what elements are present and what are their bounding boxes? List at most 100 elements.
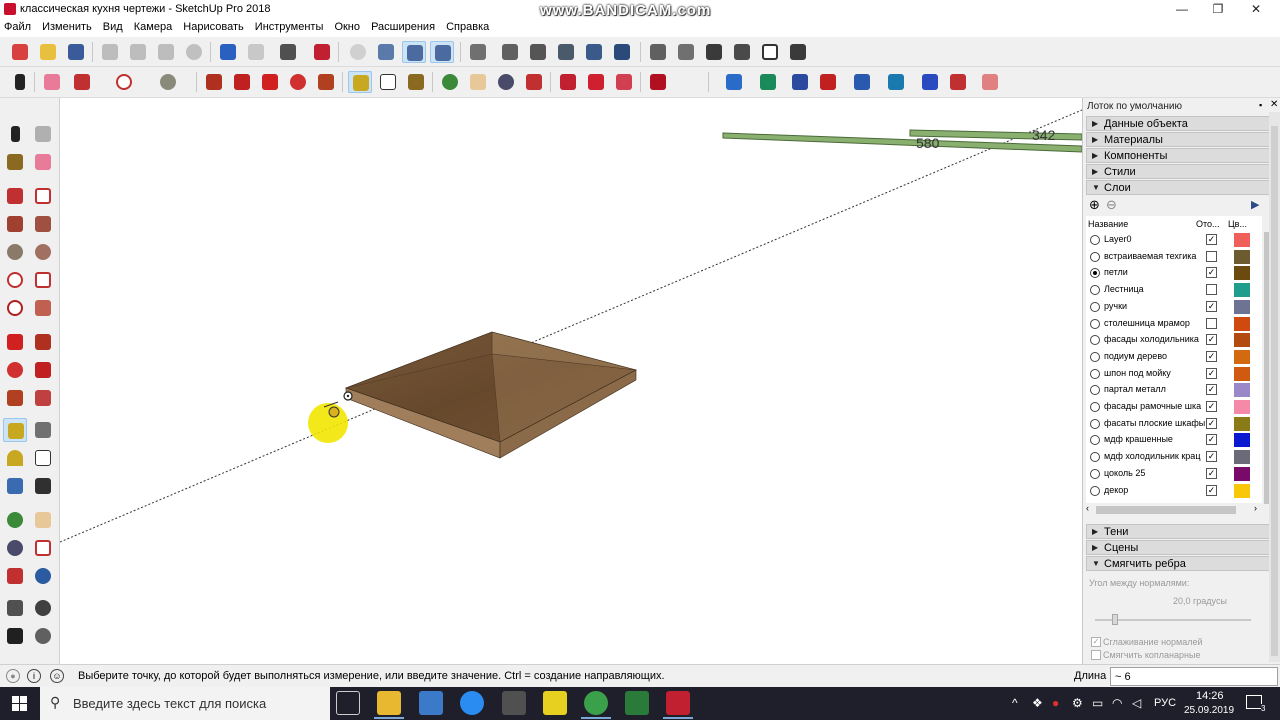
wooden-board[interactable] xyxy=(344,331,638,459)
active-layer-radio[interactable] xyxy=(1090,418,1100,429)
copy-button[interactable] xyxy=(126,41,150,63)
layer-visible-checkbox[interactable]: ✓ xyxy=(1206,434,1217,446)
active-layer-radio[interactable] xyxy=(1090,285,1100,296)
ext-tool-6-button[interactable] xyxy=(884,71,908,93)
lt-eraser-button[interactable] xyxy=(31,150,55,174)
active-layer-radio[interactable] xyxy=(1090,468,1100,479)
language-indicator[interactable]: РУС xyxy=(1154,697,1176,709)
zoom-extents-button[interactable] xyxy=(522,71,546,93)
lt-rotate-button[interactable] xyxy=(3,358,27,382)
layer-color-swatch[interactable] xyxy=(1234,299,1250,314)
lt-arc-button[interactable] xyxy=(3,268,27,292)
ext-tool-7-button[interactable] xyxy=(918,71,942,93)
top-view-button[interactable] xyxy=(402,41,426,63)
layer-name[interactable]: Layer0 xyxy=(1104,234,1208,244)
record-icon[interactable]: ● xyxy=(1052,696,1059,710)
lt-3d-text-button[interactable] xyxy=(31,474,55,498)
push-pull-tool-button[interactable] xyxy=(202,71,226,93)
panel-soften-edges[interactable]: ▼ Смягчить ребра ✕ xyxy=(1086,556,1280,571)
menu-camera[interactable]: Камера xyxy=(130,19,176,33)
lt-look-around-button[interactable] xyxy=(31,596,55,620)
close-button[interactable]: ✕ xyxy=(1238,0,1274,19)
layer-name[interactable]: Лестница xyxy=(1104,284,1208,294)
new-file-button[interactable] xyxy=(8,41,32,63)
active-layer-radio[interactable] xyxy=(1090,351,1100,362)
layer-row[interactable]: фасаты плоские шкафы ✓ xyxy=(1086,416,1262,433)
col-header-name[interactable]: Название xyxy=(1088,219,1128,229)
layer-color-swatch[interactable] xyxy=(1234,483,1250,498)
lt-tape-measure-button[interactable] xyxy=(3,418,27,442)
bottom-view-button[interactable] xyxy=(786,41,810,63)
layer-name[interactable]: подиум дерево xyxy=(1104,351,1208,361)
rotate-tool-button[interactable] xyxy=(286,71,310,93)
layer-color-swatch[interactable] xyxy=(1234,249,1250,264)
layer-name[interactable]: мдф крашенные xyxy=(1104,434,1208,444)
text-tool-button[interactable] xyxy=(376,71,400,93)
menu-tools[interactable]: Инструменты xyxy=(251,19,328,33)
lt-pan-button[interactable] xyxy=(31,508,55,532)
task-view-icon[interactable] xyxy=(336,691,360,715)
left-view-button[interactable] xyxy=(758,41,782,63)
iso-house-view-button[interactable] xyxy=(646,41,670,63)
layer-row[interactable]: мдф крашенные ✓ xyxy=(1086,432,1262,449)
lt-zoom-extents-button[interactable] xyxy=(3,564,27,588)
layer-row[interactable]: декор ✓ xyxy=(1086,483,1262,500)
layer-visible-checkbox[interactable]: ✓ xyxy=(1206,350,1217,362)
lt-circle-button[interactable] xyxy=(3,240,27,264)
layer-visible-checkbox[interactable]: ✓ xyxy=(1206,484,1217,496)
back-view-button[interactable] xyxy=(730,41,754,63)
layer-name[interactable]: шпон под мойку xyxy=(1104,368,1208,378)
layer-name[interactable]: встраиваемая техгика xyxy=(1104,251,1208,261)
windows-start-icon[interactable] xyxy=(12,696,28,712)
menu-edit[interactable]: Изменить xyxy=(38,19,96,33)
zoom-tool-button[interactable] xyxy=(494,71,518,93)
volume-icon[interactable]: ◁ xyxy=(1132,696,1141,710)
lt-2pt-arc-button[interactable] xyxy=(31,268,55,292)
active-layer-radio[interactable] xyxy=(1090,251,1100,262)
tray-pin-icon[interactable]: ▪ xyxy=(1259,100,1262,110)
panel-materials[interactable]: ▶ Материалы ✕ xyxy=(1086,132,1280,147)
angle-slider-thumb[interactable] xyxy=(1112,614,1119,625)
layer-visible-checkbox[interactable]: ✓ xyxy=(1206,334,1217,346)
layer-row[interactable]: фасады холодильника ✓ xyxy=(1086,332,1262,349)
lt-protractor-button[interactable] xyxy=(3,446,27,470)
layer-row[interactable]: шпон под мойку ✓ xyxy=(1086,366,1262,383)
layer-color-swatch[interactable] xyxy=(1234,416,1250,431)
geo-location-icon[interactable]: ● xyxy=(6,669,20,683)
smooth-normals-checkbox[interactable]: ✓ xyxy=(1091,637,1101,647)
excel-icon[interactable] xyxy=(625,691,649,715)
layer-color-swatch[interactable] xyxy=(1234,400,1250,414)
ext-tool-4-button[interactable] xyxy=(816,71,840,93)
ext-tool-3-button[interactable] xyxy=(788,71,812,93)
shaded-style-button[interactable] xyxy=(554,41,578,63)
modeling-viewport[interactable]: 580 342 xyxy=(60,98,1082,664)
panel-components[interactable]: ▶ Компоненты ✕ xyxy=(1086,148,1280,163)
layer-visible-checkbox[interactable]: ✓ xyxy=(1206,467,1217,479)
layer-visible-checkbox[interactable]: ✓ xyxy=(1206,417,1217,429)
model-info-button[interactable] xyxy=(310,41,334,63)
sketchup-taskbar-icon[interactable] xyxy=(666,691,690,715)
layer-color-swatch[interactable] xyxy=(1234,333,1250,348)
lt-zoom-button[interactable] xyxy=(3,536,27,560)
credits-icon[interactable]: i xyxy=(27,669,41,683)
notifications-icon[interactable] xyxy=(1246,695,1262,709)
ext-tool-5-button[interactable] xyxy=(850,71,874,93)
share-model-button[interactable] xyxy=(612,71,636,93)
lt-walk-button[interactable] xyxy=(3,624,27,648)
layer-visible-checkbox[interactable] xyxy=(1206,317,1217,329)
orbit-tool-button[interactable] xyxy=(438,71,462,93)
file-explorer-icon[interactable] xyxy=(377,691,401,715)
layer-color-swatch[interactable] xyxy=(1234,433,1250,448)
layer-row[interactable]: ручки ✓ xyxy=(1086,299,1262,316)
ext-tool-8-button[interactable] xyxy=(946,71,970,93)
scene-canvas[interactable]: 580 342 xyxy=(60,98,1082,664)
lt-position-camera-button[interactable] xyxy=(3,596,27,620)
chrome-icon[interactable] xyxy=(584,691,608,715)
active-layer-radio[interactable] xyxy=(1090,301,1100,312)
right-view-button[interactable] xyxy=(674,41,698,63)
menu-window[interactable]: Окно xyxy=(330,19,364,33)
layer-color-swatch[interactable] xyxy=(1234,266,1250,281)
eraser-tool-button[interactable] xyxy=(40,71,64,93)
lt-freehand-button[interactable] xyxy=(31,184,55,208)
layer-visible-checkbox[interactable]: ✓ xyxy=(1206,451,1217,463)
